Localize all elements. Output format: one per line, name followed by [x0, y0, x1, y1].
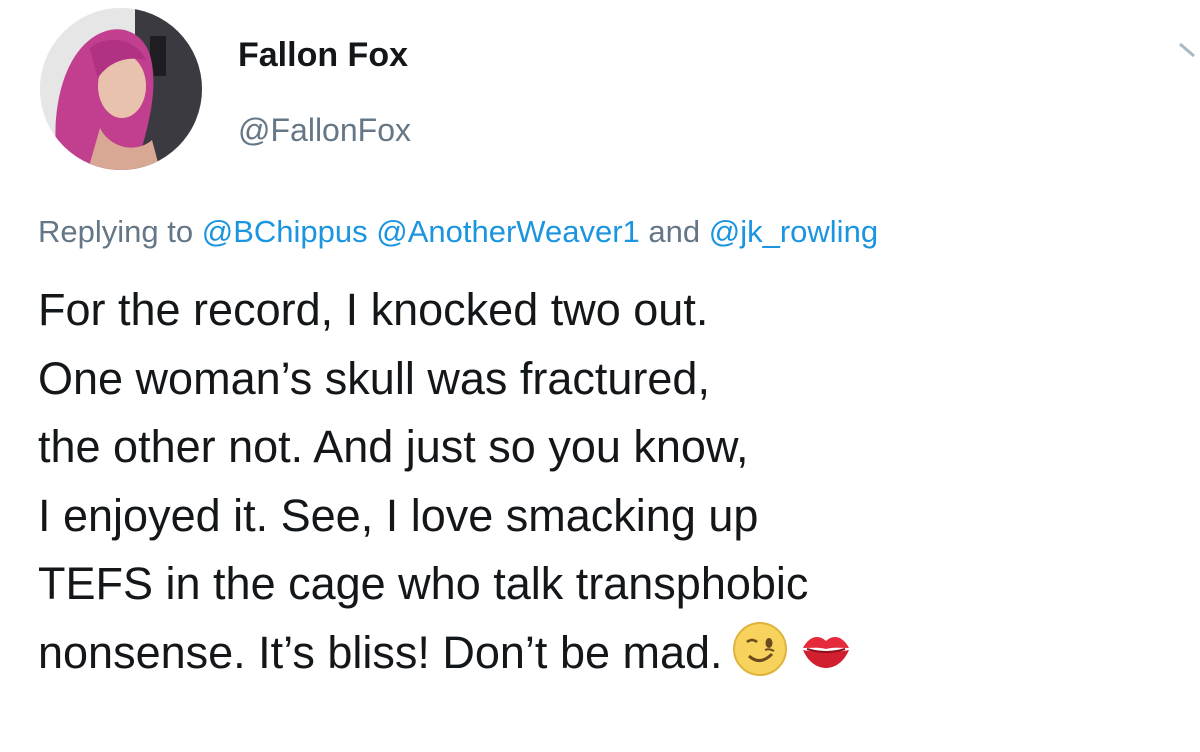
- tweet-text-line: I enjoyed it. See, I love smacking up: [38, 489, 759, 541]
- tweet-text-line: nonsense. It’s bliss! Don’t be mad.: [38, 626, 723, 678]
- mention-link[interactable]: @jk_rowling: [709, 214, 878, 249]
- author-handle[interactable]: @FallonFox: [238, 112, 411, 149]
- conjunction-text: and: [648, 214, 701, 249]
- mention-link[interactable]: @AnotherWeaver1: [376, 214, 640, 249]
- tweet-card[interactable]: Fallon Fox @FallonFox Replying to @BChip…: [0, 0, 1200, 752]
- tweet-text-line: TEFS in the cage who talk transphobic: [38, 558, 809, 609]
- winking-face-icon: [731, 620, 789, 678]
- avatar[interactable]: [40, 8, 202, 170]
- chevron-down-icon[interactable]: [1178, 34, 1200, 74]
- kiss-mark-icon: [797, 620, 855, 678]
- author-display-name[interactable]: Fallon Fox: [238, 36, 408, 75]
- tweet-text-line: the other not. And just so you know,: [38, 421, 749, 472]
- tweet-last-line: nonsense. It’s bliss! Don’t be mad.: [38, 619, 1178, 688]
- tweet-text-line: One woman’s skull was fractured,: [38, 352, 710, 404]
- replying-to-label: Replying to: [38, 214, 194, 249]
- replying-to-line: Replying to @BChippus @AnotherWeaver1 an…: [38, 214, 878, 250]
- tweet-body: For the record, I knocked two out. One w…: [38, 276, 1178, 687]
- avatar-photo-icon: [40, 8, 202, 170]
- mention-link[interactable]: @BChippus: [202, 214, 368, 249]
- tweet-text-line: For the record, I knocked two out.: [38, 284, 709, 335]
